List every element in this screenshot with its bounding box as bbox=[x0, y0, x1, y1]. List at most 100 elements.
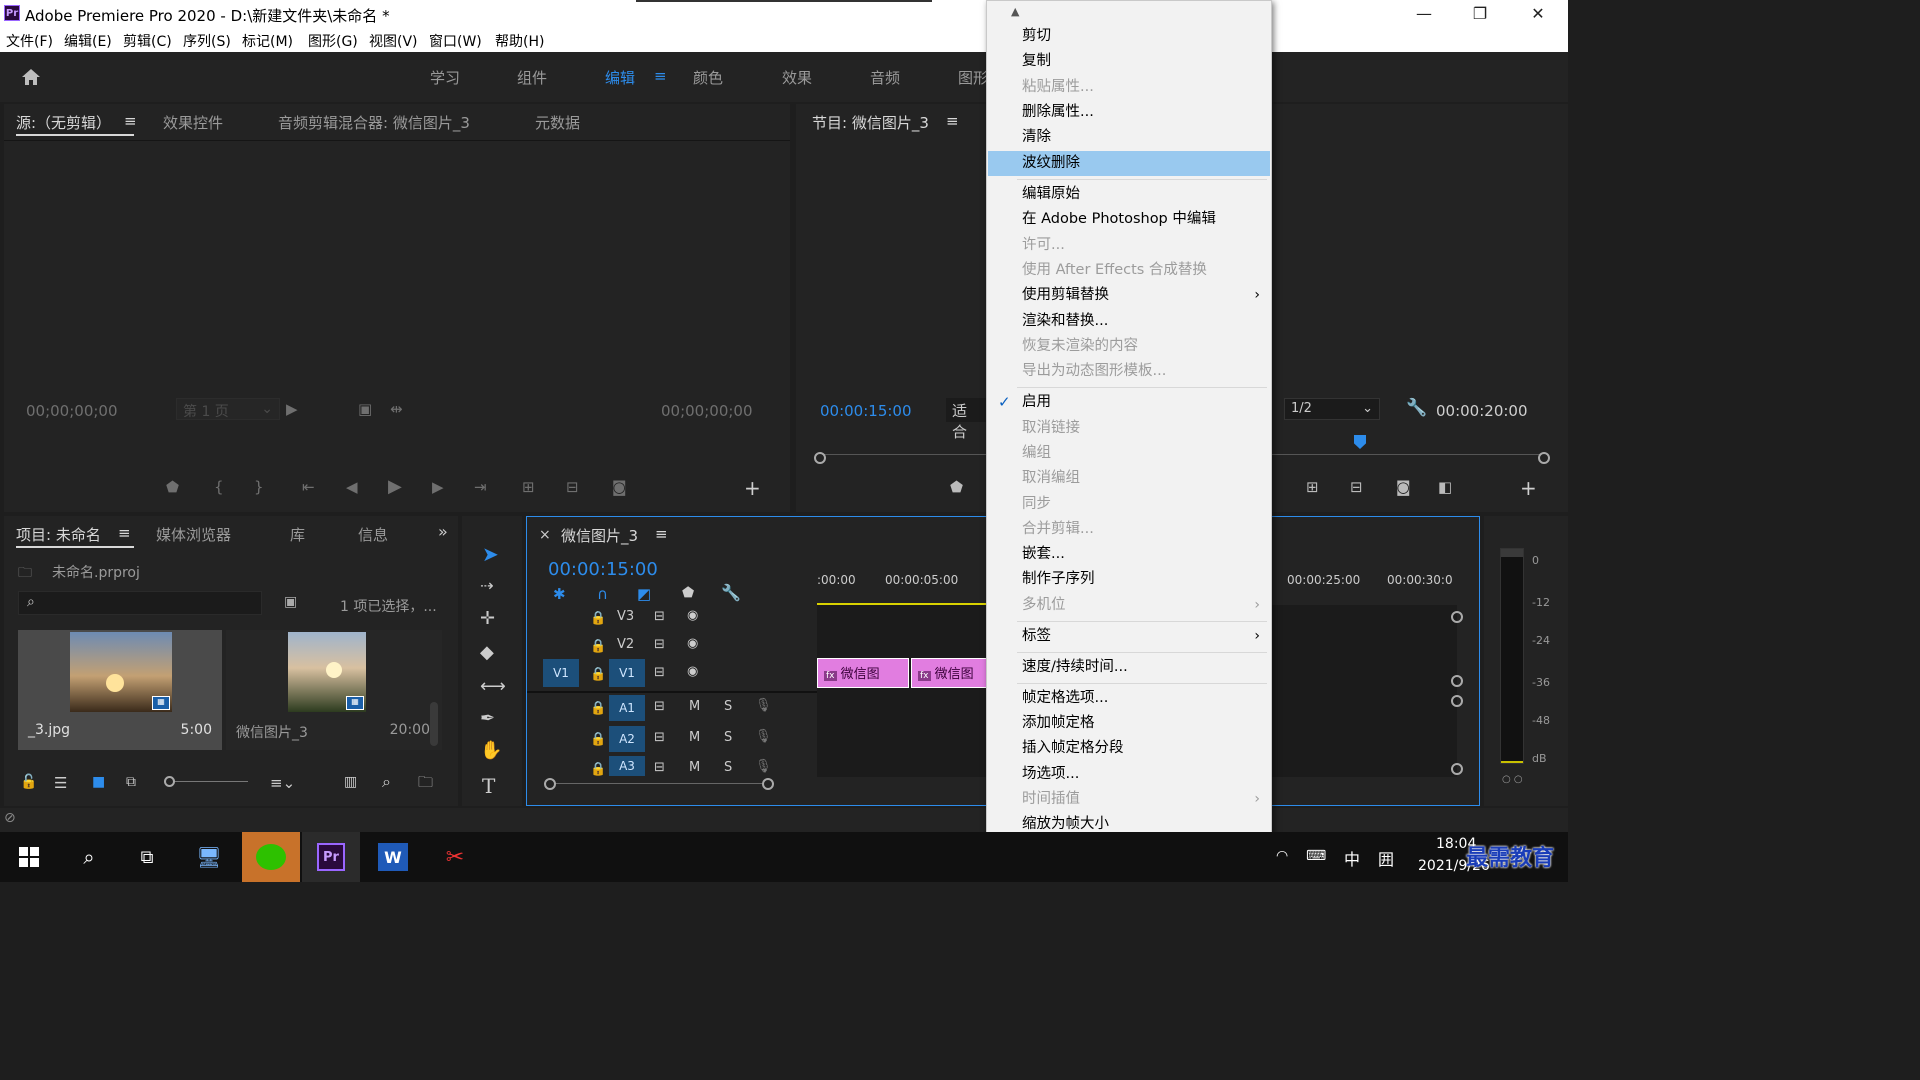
ctx-ripple-delete[interactable]: 波纹删除 bbox=[988, 151, 1270, 176]
word-icon[interactable]: W bbox=[364, 832, 422, 882]
ctx-clear[interactable]: 清除 bbox=[988, 125, 1270, 150]
microphone-icon[interactable]: 🎙 bbox=[755, 698, 772, 713]
export-frame-icon[interactable]: ▣ bbox=[358, 400, 372, 418]
ctx-unlink[interactable]: 取消链接 bbox=[988, 416, 1270, 441]
tab-effect-controls[interactable]: 效果控件 bbox=[163, 112, 223, 133]
drag-video-icon[interactable]: ⇹ bbox=[390, 400, 403, 418]
ctx-time-interpolation[interactable]: 时间插值 › bbox=[988, 787, 1270, 812]
ctx-merge-clips[interactable]: 合并剪辑... bbox=[988, 517, 1270, 542]
tab-libraries[interactable]: 库 bbox=[290, 524, 305, 545]
track-label-v1[interactable]: V1 bbox=[609, 659, 645, 687]
insert-icon[interactable]: ⊞ bbox=[522, 478, 535, 496]
ctx-group[interactable]: 编组 bbox=[988, 441, 1270, 466]
scroll-handle[interactable] bbox=[1451, 695, 1463, 707]
snipping-tool-icon[interactable]: ✂ bbox=[426, 832, 484, 882]
marker-icon[interactable]: ⬟ bbox=[950, 478, 963, 496]
menu-clip[interactable]: 剪辑(C) bbox=[123, 31, 172, 51]
timeline-clip[interactable]: fx 微信图 bbox=[911, 658, 987, 688]
sync-lock-icon[interactable]: ⊟ bbox=[654, 730, 665, 745]
playhead-icon[interactable] bbox=[1354, 435, 1366, 449]
workspace-tab-assembly[interactable]: 组件 bbox=[517, 67, 547, 88]
workspace-tab-editing[interactable]: 编辑 bbox=[605, 67, 635, 88]
program-title[interactable]: 节目: 微信图片_3 bbox=[812, 112, 929, 133]
step-forward-icon[interactable]: ▶ bbox=[432, 478, 444, 496]
nest-icon[interactable]: ✱ bbox=[553, 585, 566, 603]
solo-button[interactable]: S bbox=[724, 699, 732, 714]
microphone-icon[interactable]: 🎙 bbox=[755, 759, 772, 774]
slip-tool-icon[interactable]: ⟷ bbox=[480, 676, 506, 697]
eye-icon[interactable]: ◉ bbox=[687, 636, 698, 651]
track-select-tool-icon[interactable]: ⇢ bbox=[480, 576, 493, 595]
home-icon[interactable] bbox=[20, 66, 42, 88]
source-patch-v1[interactable]: V1 bbox=[543, 659, 579, 687]
track-label-a2[interactable]: A2 bbox=[609, 726, 645, 752]
maximize-button[interactable]: ❐ bbox=[1460, 4, 1500, 24]
ctx-replace-with-ae[interactable]: 使用 After Effects 合成替换 bbox=[988, 258, 1270, 283]
project-item-selected[interactable]: ▦ _3.jpg 5:00 bbox=[18, 630, 222, 750]
solo-button[interactable]: S bbox=[724, 760, 732, 775]
lock-icon[interactable]: 🔒 bbox=[590, 611, 606, 626]
search-icon[interactable]: ⌕ bbox=[60, 832, 118, 882]
scrub-start-handle[interactable] bbox=[814, 452, 826, 464]
tab-audio-clip-mixer[interactable]: 音频剪辑混合器: 微信图片_3 bbox=[278, 112, 470, 133]
ctx-add-frame-hold[interactable]: 添加帧定格 bbox=[988, 711, 1270, 736]
timeline-timecode[interactable]: 00:00:15:00 bbox=[548, 559, 658, 580]
automate-icon[interactable]: ▥ bbox=[344, 774, 357, 790]
keyboard-icon[interactable]: ⌨ bbox=[1306, 848, 1326, 864]
lock-icon[interactable]: 🔒 bbox=[590, 639, 606, 654]
ctx-restore-unrendered[interactable]: 恢复未渲染的内容 bbox=[988, 334, 1270, 359]
new-bin-icon[interactable]: ▣ bbox=[284, 594, 297, 610]
close-button[interactable]: ✕ bbox=[1518, 4, 1558, 24]
resolution-select[interactable]: 1/2 ⌄ bbox=[1284, 398, 1380, 420]
premiere-taskbar-icon[interactable]: Pr bbox=[302, 832, 360, 882]
project-item[interactable]: ▦ 微信图片_3 20:00 bbox=[226, 630, 442, 750]
workspace-tab-color[interactable]: 颜色 bbox=[693, 67, 723, 88]
add-button-icon[interactable]: + bbox=[744, 476, 761, 500]
solo-button[interactable]: S bbox=[724, 730, 732, 745]
icon-view-icon[interactable]: ■ bbox=[92, 774, 105, 790]
ctx-ungroup[interactable]: 取消编组 bbox=[988, 466, 1270, 491]
tab-media-browser[interactable]: 媒体浏览器 bbox=[156, 524, 231, 545]
scrollbar[interactable] bbox=[430, 702, 438, 746]
ctx-export-motion-graphics[interactable]: 导出为动态图形模板... bbox=[988, 359, 1270, 384]
workspace-tab-audio[interactable]: 音频 bbox=[870, 67, 900, 88]
camera-icon[interactable]: ◙ bbox=[612, 478, 627, 496]
sync-lock-icon[interactable]: ⊟ bbox=[654, 699, 665, 714]
menu-graphics[interactable]: 图形(G) bbox=[308, 31, 358, 51]
sync-lock-icon[interactable]: ⊟ bbox=[654, 760, 665, 775]
razor-tool-icon[interactable]: ◆ bbox=[480, 642, 494, 663]
horizontal-zoom-bar[interactable] bbox=[549, 783, 769, 784]
workspace-tab-graphics[interactable]: 图形 bbox=[958, 67, 988, 88]
timeline-title[interactable]: 微信图片_3 bbox=[561, 525, 638, 546]
ctx-replace-with-clip[interactable]: 使用剪辑替换 › bbox=[988, 283, 1270, 308]
go-to-out-icon[interactable]: ⇥ bbox=[474, 478, 487, 496]
ctx-speed-duration[interactable]: 速度/持续时间... bbox=[988, 655, 1270, 680]
ctx-frame-hold-options[interactable]: 帧定格选项... bbox=[988, 686, 1270, 711]
track-label-a1[interactable]: A1 bbox=[609, 695, 645, 721]
compare-icon[interactable]: ◧ bbox=[1438, 478, 1452, 496]
add-button-icon[interactable]: + bbox=[1520, 476, 1537, 500]
menu-help[interactable]: 帮助(H) bbox=[495, 31, 544, 51]
marker-icon[interactable]: ⬟ bbox=[166, 478, 179, 496]
sort-icon[interactable]: ≡⌄ bbox=[270, 774, 295, 792]
pen-tool-icon[interactable]: ✒ bbox=[480, 708, 495, 729]
computer-icon[interactable]: 🖥 bbox=[180, 832, 238, 882]
go-to-in-icon[interactable]: ⇤ bbox=[302, 478, 315, 496]
step-back-icon[interactable]: ◀ bbox=[346, 478, 358, 496]
sync-lock-icon[interactable]: ⊟ bbox=[654, 637, 665, 652]
ctx-edit-original[interactable]: 编辑原始 bbox=[988, 182, 1270, 207]
hand-tool-icon[interactable]: ✋ bbox=[480, 740, 502, 761]
menu-sequence[interactable]: 序列(S) bbox=[183, 31, 231, 51]
lock-icon[interactable]: 🔒 bbox=[590, 732, 606, 747]
tab-source[interactable]: 源:（无剪辑） bbox=[16, 112, 111, 133]
menu-marker[interactable]: 标记(M) bbox=[242, 31, 293, 51]
panel-menu-icon[interactable]: ≡ bbox=[124, 112, 137, 130]
scroll-handle[interactable] bbox=[1451, 675, 1463, 687]
list-view-icon[interactable]: ☰ bbox=[54, 774, 67, 792]
wrench-icon[interactable]: 🔧 bbox=[721, 583, 741, 602]
ctx-render-and-replace[interactable]: 渲染和替换... bbox=[988, 309, 1270, 334]
menu-edit[interactable]: 编辑(E) bbox=[64, 31, 112, 51]
ctx-field-options[interactable]: 场选项... bbox=[988, 762, 1270, 787]
play-arrow-icon[interactable]: ▶ bbox=[286, 400, 298, 418]
ctx-cut[interactable]: 剪切 bbox=[988, 24, 1270, 49]
